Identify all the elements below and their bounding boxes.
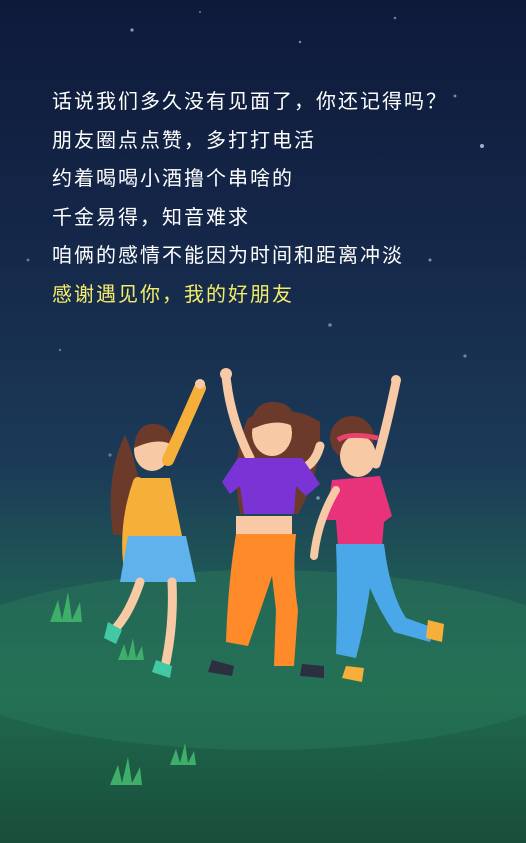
poem-line: 话说我们多久没有见面了，你还记得吗？ bbox=[52, 89, 448, 113]
greeting-poster: 话说我们多久没有见面了，你还记得吗？ 朋友圈点点赞，多打打电活 约着喝喝小酒撸个… bbox=[0, 0, 526, 843]
poem-highlight-line: 感谢遇见你，我的好朋友 bbox=[52, 281, 294, 306]
poem-line: 千金易得，知音难求 bbox=[52, 204, 250, 229]
poem-line: 咱俩的感情不能因为时间和距离冲淡 bbox=[52, 243, 404, 267]
poem-line: 约着喝喝小酒撸个串啥的 bbox=[52, 166, 294, 190]
poem-text: 话说我们多久没有见面了，你还记得吗？ 朋友圈点点赞，多打打电活 约着喝喝小酒撸个… bbox=[52, 82, 512, 313]
jumping-friends-illustration bbox=[0, 368, 526, 785]
poem-line: 朋友圈点点赞，多打打电活 bbox=[52, 127, 316, 152]
